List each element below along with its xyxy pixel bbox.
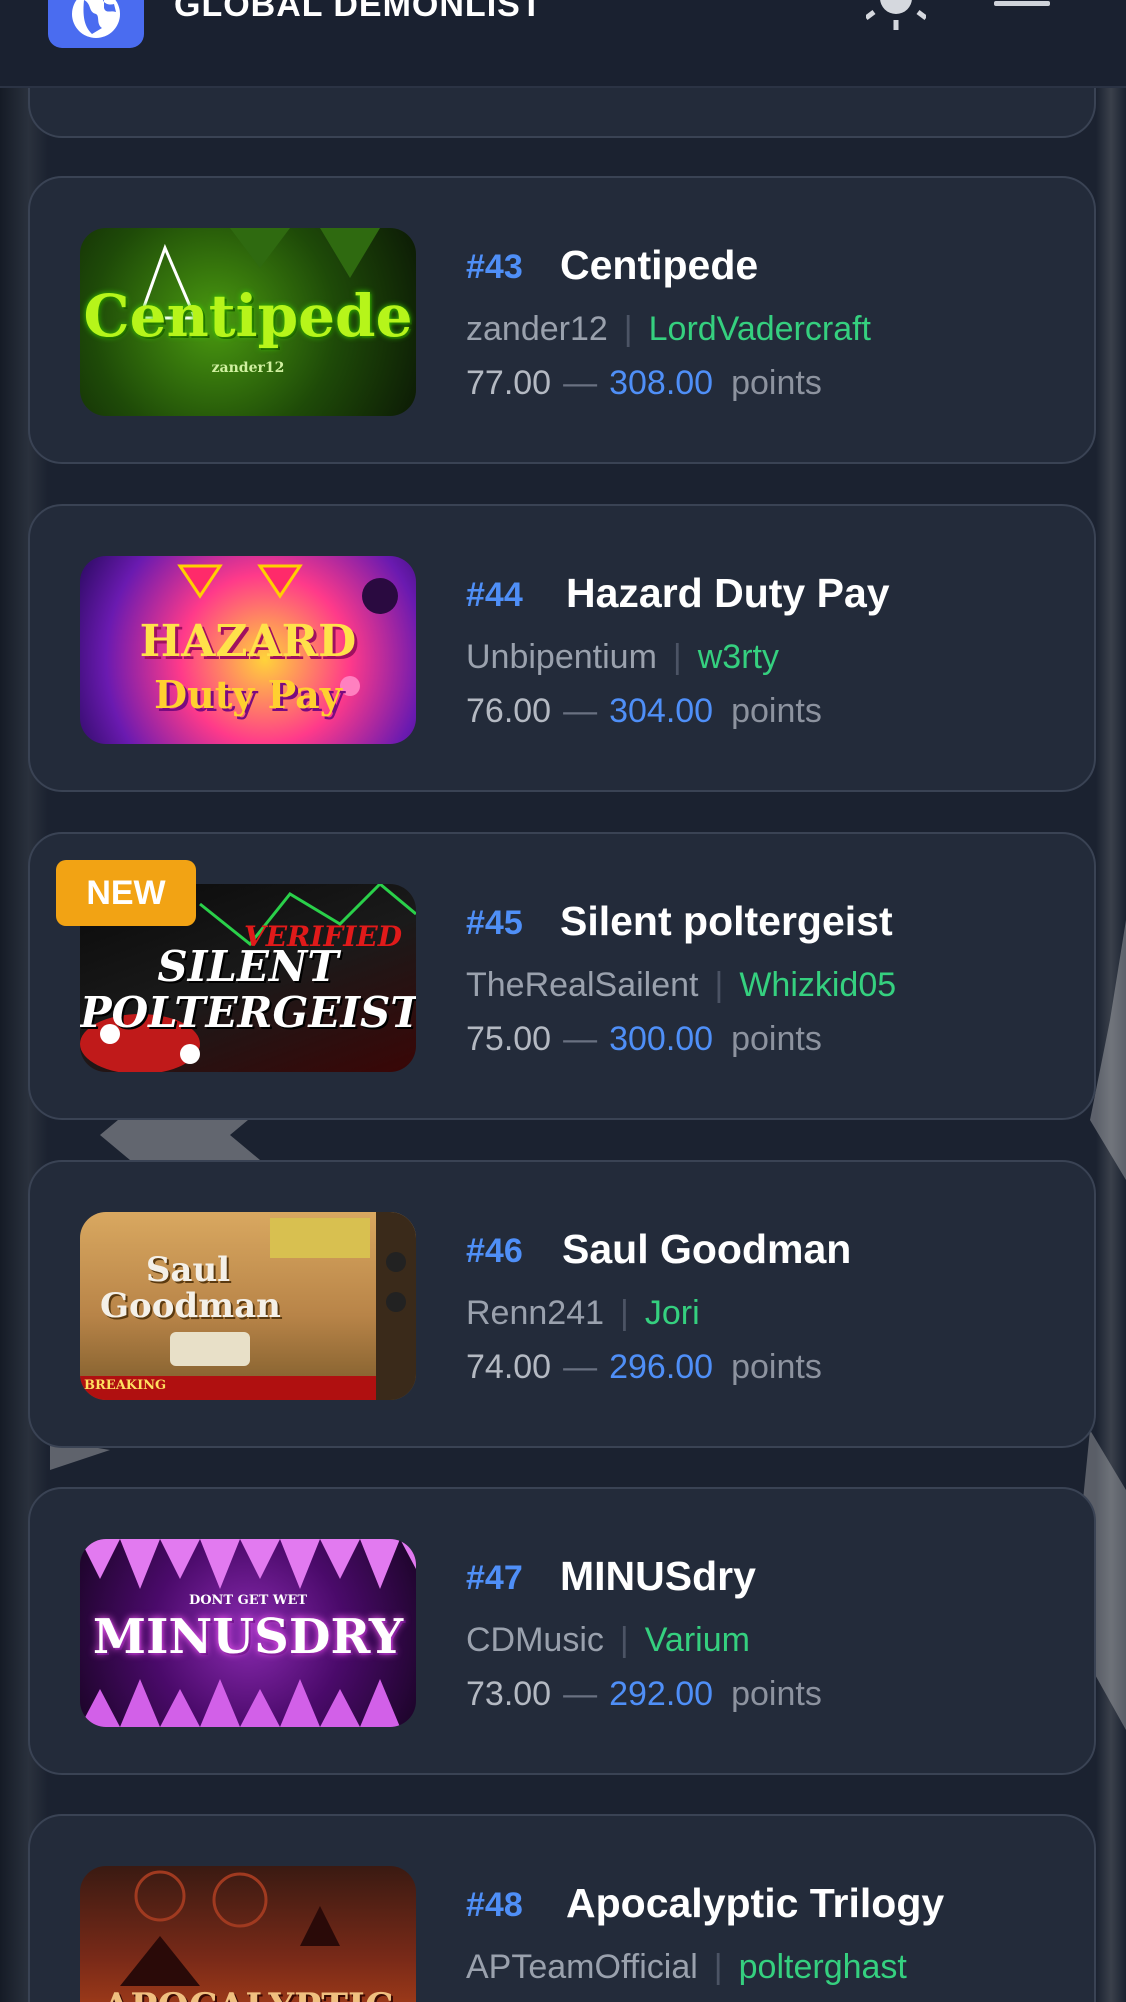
level-thumbnail[interactable]: Saul Goodman BREAKING xyxy=(80,1212,416,1400)
separator: | xyxy=(620,1294,629,1332)
level-points: 74.00 — 296.00 points xyxy=(466,1348,822,1387)
level-credits: APTeamOfficial | polterghast xyxy=(466,1948,907,1987)
points-max: 308.00 xyxy=(609,364,714,402)
list-item[interactable]: HAZARD Duty Pay #44 Hazard Duty Pay Unbi… xyxy=(28,504,1096,792)
points-min: 73.00 xyxy=(466,1675,552,1713)
level-name[interactable]: Centipede xyxy=(560,242,758,289)
separator: | xyxy=(619,1621,629,1659)
thumbnail-subtitle: zander12 xyxy=(211,360,285,376)
level-verifier[interactable]: polterghast xyxy=(739,1948,907,1986)
thumbnail-subtitle: DONT GET WET xyxy=(188,1593,308,1608)
level-points: 73.00 — 292.00 points xyxy=(466,1675,822,1714)
level-credits: Unbipentium | w3rty xyxy=(466,638,779,677)
separator: | xyxy=(672,638,682,676)
level-name[interactable]: Saul Goodman xyxy=(562,1226,851,1273)
thumbnail-title: APOCALYPTIC xyxy=(80,1986,416,2002)
points-dash: — xyxy=(563,1348,598,1386)
level-creator[interactable]: APTeamOfficial xyxy=(466,1948,698,1986)
level-rank: #43 xyxy=(466,248,523,286)
level-thumbnail[interactable]: APOCALYPTIC xyxy=(80,1866,416,2002)
level-name[interactable]: Apocalyptic Trilogy xyxy=(566,1880,944,1927)
thumbnail-title: SILENT POLTERGEIST xyxy=(80,942,416,1037)
list-item[interactable]: DONT GET WET MINUSDRY #47 MINUSdry CDMus… xyxy=(28,1487,1096,1775)
points-min: 77.00 xyxy=(466,364,552,402)
level-thumbnail[interactable]: HAZARD Duty Pay xyxy=(80,556,416,744)
points-max: 304.00 xyxy=(609,692,714,730)
points-unit: points xyxy=(731,1020,822,1058)
level-verifier[interactable]: Varium xyxy=(645,1621,750,1659)
new-badge: NEW xyxy=(56,860,196,926)
level-rank: #45 xyxy=(466,904,523,942)
points-max: 292.00 xyxy=(609,1675,714,1713)
level-thumbnail[interactable]: DONT GET WET MINUSDRY xyxy=(80,1539,416,1727)
list-item[interactable]: Saul Goodman BREAKING #46 Saul Goodman R… xyxy=(28,1160,1096,1448)
level-points: 75.00 — 300.00 points xyxy=(466,1020,822,1059)
site-logo[interactable] xyxy=(48,0,144,48)
list-item[interactable]: Centipede zander12 #43 Centipede zander1… xyxy=(28,176,1096,464)
thumbnail-subtitle: BREAKING xyxy=(84,1378,167,1393)
level-creator[interactable]: Renn241 xyxy=(466,1294,604,1332)
level-points: 76.00 — 304.00 points xyxy=(466,692,822,731)
separator: | xyxy=(623,310,633,348)
level-thumbnail[interactable]: Centipede zander12 xyxy=(80,228,416,416)
points-max: 300.00 xyxy=(609,1020,714,1058)
level-credits: CDMusic | Varium xyxy=(466,1621,750,1660)
points-unit: points xyxy=(731,1675,822,1713)
globe-icon xyxy=(72,0,120,38)
level-credits: TheRealSailent | Whizkid05 xyxy=(466,966,896,1005)
hamburger-menu-icon[interactable] xyxy=(994,0,1050,26)
thumbnail-title: MINUSDRY xyxy=(92,1609,404,1665)
level-verifier[interactable]: Whizkid05 xyxy=(739,966,896,1004)
level-verifier[interactable]: Jori xyxy=(645,1294,700,1332)
level-verifier[interactable]: w3rty xyxy=(698,638,779,676)
level-name[interactable]: MINUSdry xyxy=(560,1553,756,1600)
points-max: 296.00 xyxy=(609,1348,714,1386)
list-item[interactable]: VERIFIED SILENT POLTERGEIST NEW #45 Sile… xyxy=(28,832,1096,1120)
thumbnail-subtitle: Duty Pay xyxy=(154,672,342,717)
theme-toggle-button[interactable] xyxy=(864,0,928,32)
level-creator[interactable]: TheRealSailent xyxy=(466,966,698,1004)
level-creator[interactable]: zander12 xyxy=(466,310,608,348)
points-unit: points xyxy=(731,1348,822,1386)
level-rank: #46 xyxy=(466,1232,523,1270)
top-navbar: GLOBAL DEMONLIST xyxy=(0,0,1126,88)
points-unit: points xyxy=(731,692,822,730)
level-credits: Renn241 | Jori xyxy=(466,1294,700,1333)
level-creator[interactable]: CDMusic xyxy=(466,1621,604,1659)
thumbnail-title: Centipede xyxy=(83,282,413,350)
level-creator[interactable]: Unbipentium xyxy=(466,638,657,676)
points-dash: — xyxy=(563,692,598,730)
level-rank: #48 xyxy=(466,1886,523,1924)
thumbnail-art xyxy=(120,1870,340,1986)
points-dash: — xyxy=(563,1020,598,1058)
level-rank: #44 xyxy=(466,576,523,614)
sun-icon xyxy=(864,0,928,30)
separator: | xyxy=(714,966,724,1004)
level-rank: #47 xyxy=(466,1559,523,1597)
thumbnail-title: Saul Goodman xyxy=(100,1250,281,1326)
level-points: 77.00 — 308.00 points xyxy=(466,364,822,403)
level-name[interactable]: Hazard Duty Pay xyxy=(566,570,890,617)
points-min: 76.00 xyxy=(466,692,552,730)
level-name[interactable]: Silent poltergeist xyxy=(560,898,893,945)
level-verifier[interactable]: LordVadercraft xyxy=(649,310,871,348)
thumbnail-title: HAZARD xyxy=(139,616,357,667)
level-credits: zander12 | LordVadercraft xyxy=(466,310,871,349)
site-title[interactable]: GLOBAL DEMONLIST xyxy=(174,0,543,25)
points-unit: points xyxy=(731,364,822,402)
list-item[interactable]: APOCALYPTIC #48 Apocalyptic Trilogy APTe… xyxy=(28,1814,1096,2002)
separator: | xyxy=(713,1948,723,1986)
points-min: 75.00 xyxy=(466,1020,552,1058)
points-min: 74.00 xyxy=(466,1348,552,1386)
page: GLOBAL DEMONLIST Centipede zander12 #43 … xyxy=(0,0,1126,2002)
points-dash: — xyxy=(563,364,598,402)
points-dash: — xyxy=(563,1675,598,1713)
